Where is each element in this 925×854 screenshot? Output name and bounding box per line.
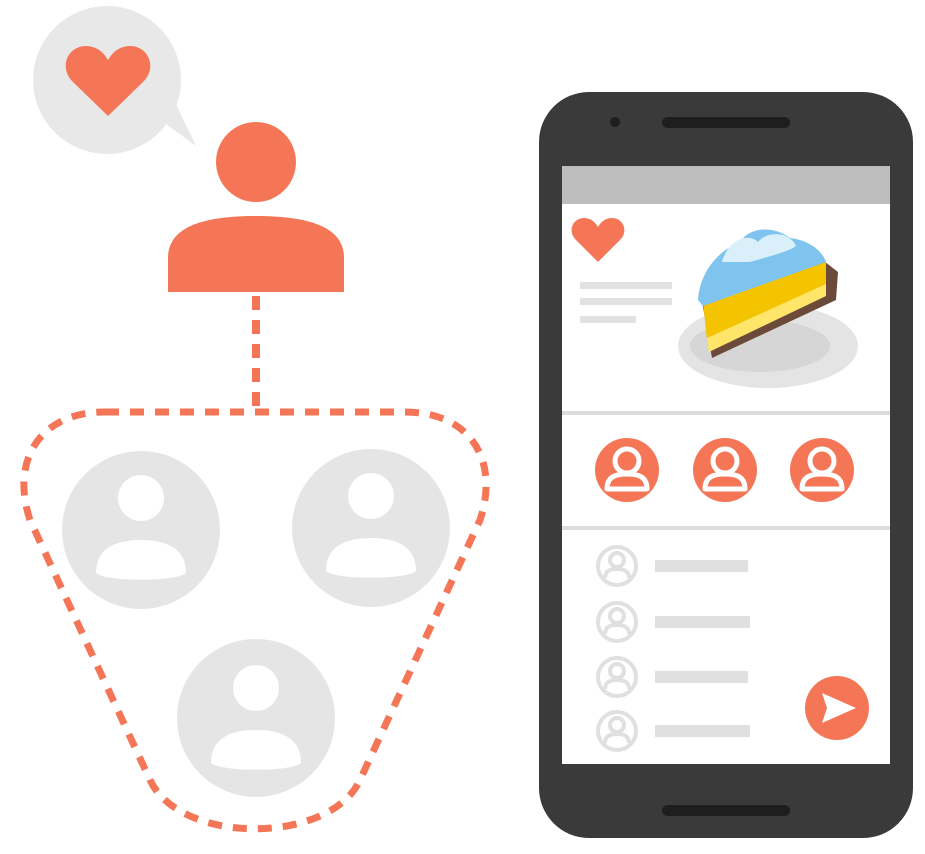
divider <box>562 411 890 415</box>
post-text-line <box>580 298 672 305</box>
heart-speech-bubble-icon <box>33 6 196 154</box>
person-head <box>118 475 164 521</box>
person-circle-icon <box>292 449 450 607</box>
list-item-text-line <box>655 671 748 683</box>
profile-avatar[interactable] <box>595 438 659 502</box>
user-body <box>168 216 344 292</box>
list-item-text-line <box>655 560 748 572</box>
status-bar <box>562 166 890 204</box>
person-circle-icon <box>62 451 220 609</box>
phone <box>539 92 913 838</box>
front-camera <box>610 117 620 127</box>
user-icon <box>168 122 344 292</box>
user-head <box>216 122 296 202</box>
profile-avatar[interactable] <box>693 438 757 502</box>
group-member-left <box>62 451 220 609</box>
list-item-text-line <box>655 725 750 737</box>
earpiece-speaker <box>662 117 790 128</box>
bottom-speaker <box>662 805 790 816</box>
post-text-line <box>580 316 636 323</box>
list-item-text-line <box>655 616 750 628</box>
group-member-right <box>292 449 450 607</box>
group-member-bottom <box>177 639 335 797</box>
post-text-line <box>580 282 672 289</box>
person-circle-icon <box>177 639 335 797</box>
person-head <box>233 665 279 711</box>
illustration-canvas <box>20 6 913 838</box>
send-button[interactable] <box>805 676 869 740</box>
divider <box>562 526 890 530</box>
person-head <box>348 473 394 519</box>
profile-avatar[interactable] <box>790 438 854 502</box>
